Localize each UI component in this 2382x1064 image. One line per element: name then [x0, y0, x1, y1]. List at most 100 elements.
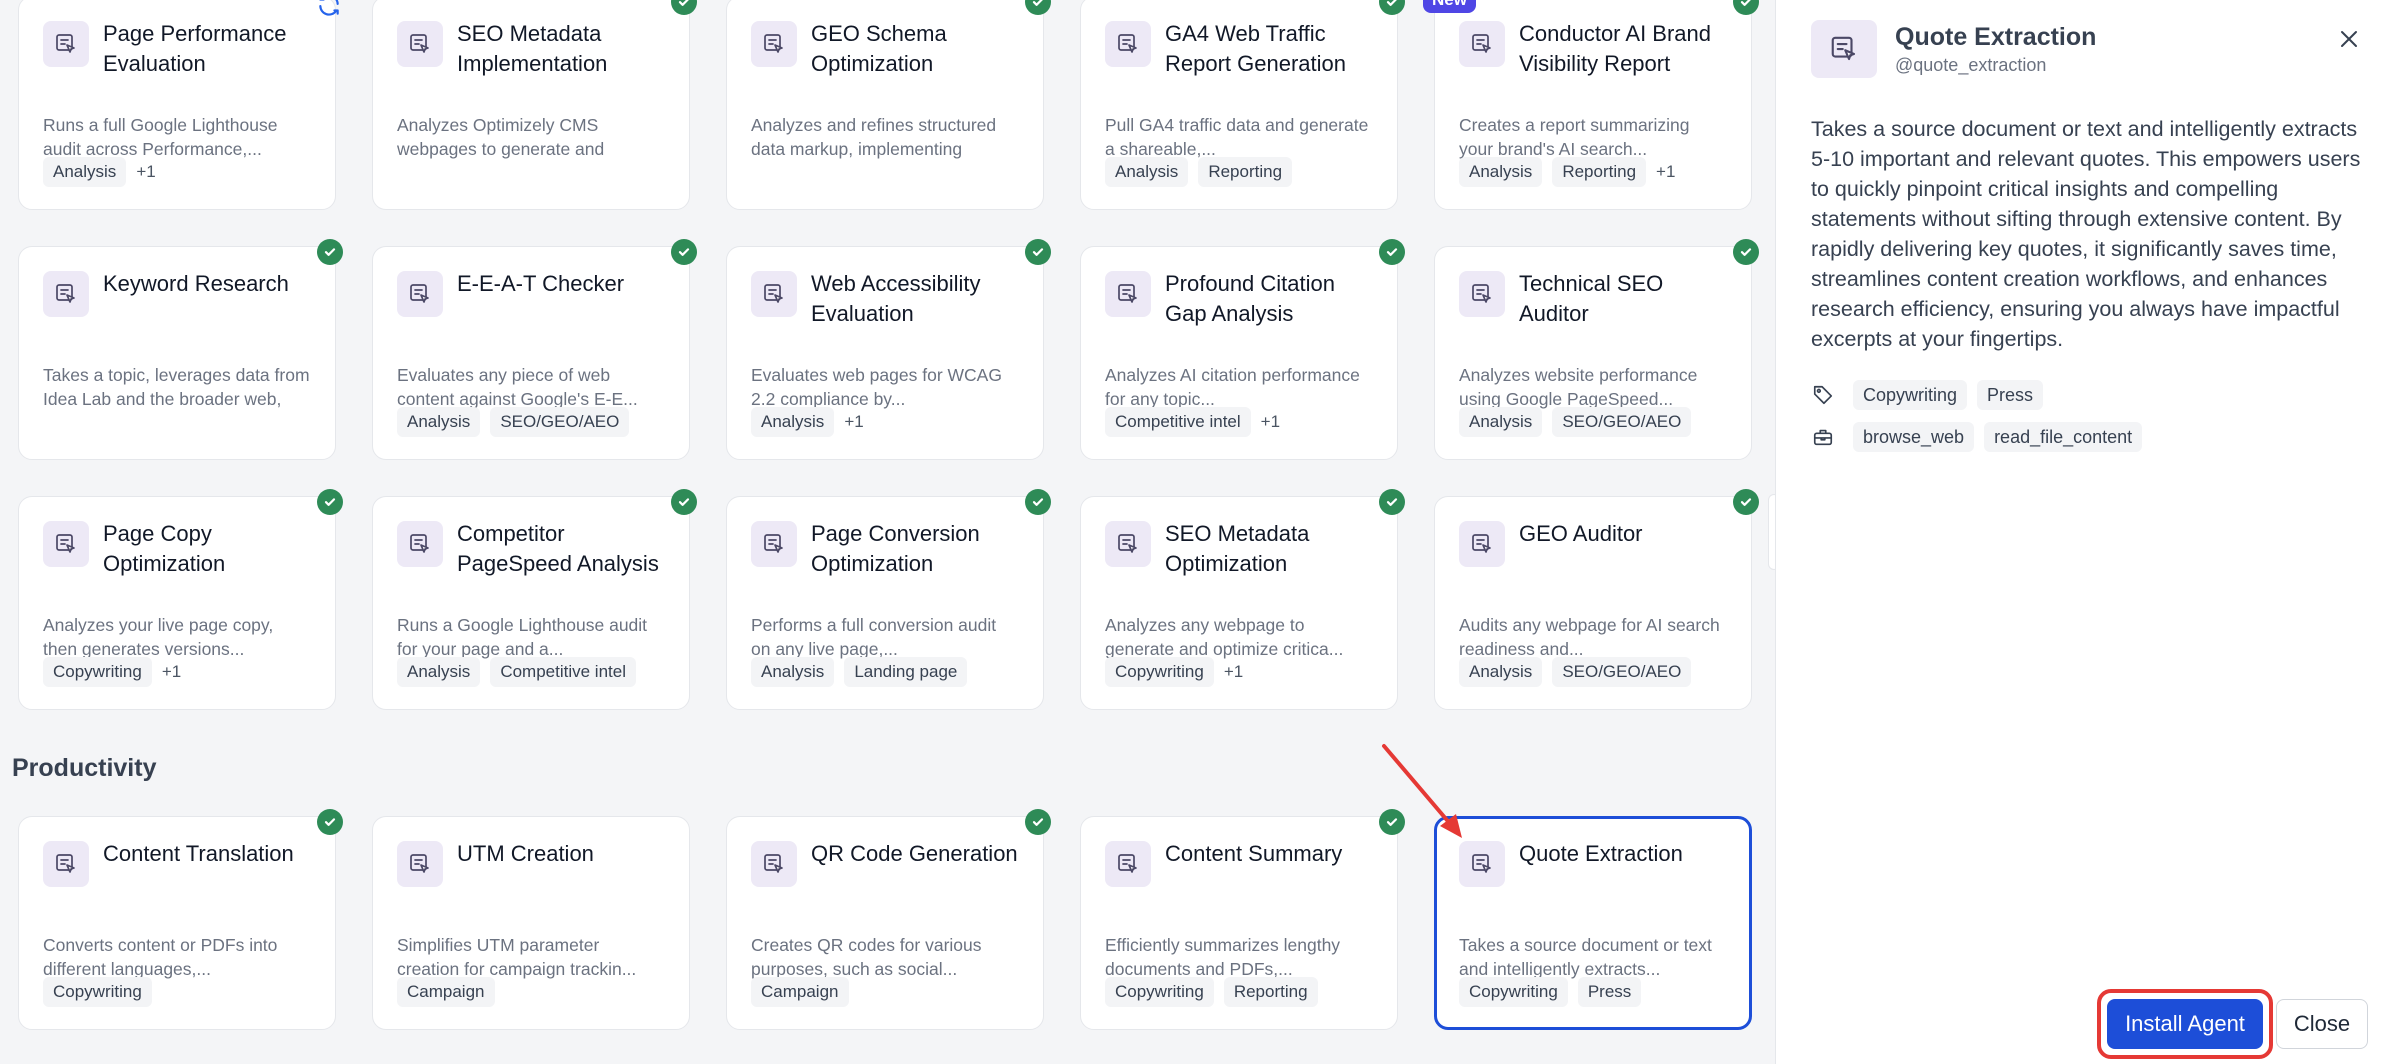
- card-title: Page Copy Optimization: [103, 521, 226, 576]
- installed-check-icon: [1025, 809, 1051, 835]
- agent-card[interactable]: Content Translation Converts content or P…: [18, 809, 343, 1030]
- card-header: Technical SEO Auditor: [1459, 269, 1727, 335]
- tag-chip: Landing page: [844, 657, 968, 687]
- install-agent-button[interactable]: Install Agent: [2107, 999, 2263, 1049]
- section-heading-productivity: Productivity: [12, 754, 157, 782]
- card-title: QR Code Generation: [811, 841, 1018, 866]
- agent-card[interactable]: Competitor PageSpeed Analysis Runs a Goog…: [372, 489, 697, 710]
- card-description: Audits any webpage for AI search readine…: [1459, 615, 1720, 659]
- card-tags: Campaign: [397, 977, 495, 1007]
- agent-card[interactable]: GEO Schema Optimization Analyzes and refi…: [726, 0, 1051, 210]
- close-icon[interactable]: [2334, 24, 2364, 54]
- card-header: Profound Citation Gap Analysis: [1105, 269, 1373, 335]
- agent-icon: [397, 521, 443, 567]
- card-description: Runs a Google Lighthouse audit for your …: [397, 615, 648, 659]
- card-title: UTM Creation: [457, 841, 594, 866]
- agent-card[interactable]: UTM Creation Simplifies UTM parameter cre…: [372, 816, 690, 1030]
- card-title: GA4 Web Traffic Report Generation: [1165, 21, 1346, 76]
- card-header: SEO Metadata Optimization: [1105, 519, 1373, 585]
- card-tags: Analysis Landing page: [751, 657, 968, 687]
- tag-chip: Reporting: [1223, 977, 1318, 1007]
- agent-icon: [1811, 20, 1877, 78]
- installed-check-icon: [1733, 0, 1759, 15]
- agent-card[interactable]: Content Summary Efficiently summarizes le…: [1080, 809, 1405, 1030]
- installed-check-icon: [1025, 489, 1051, 515]
- installed-check-icon: [317, 489, 343, 515]
- agent-card[interactable]: Technical SEO Auditor Analyzes website pe…: [1434, 239, 1759, 460]
- agent-icon: [1105, 841, 1151, 887]
- tag-chip: SEO/GEO/AEO: [1552, 407, 1692, 437]
- agent-card[interactable]: Page Performance Evaluation Runs a full G…: [18, 0, 339, 210]
- toolbox-icon: [1811, 425, 1835, 449]
- install-highlight: Install Agent: [2097, 989, 2273, 1059]
- card-tags: Analysis +1: [43, 157, 156, 187]
- card-description: Analyzes any webpage to generate and opt…: [1105, 615, 1344, 659]
- agent-card[interactable]: Profound Citation Gap Analysis Analyzes A…: [1080, 239, 1405, 460]
- agent-icon: [751, 521, 797, 567]
- refresh-icon[interactable]: [315, 0, 343, 19]
- card-header: Keyword Research: [43, 269, 311, 335]
- tag-chip: Campaign: [397, 977, 495, 1007]
- agent-card[interactable]: Conductor AI Brand Visibility Report Crea…: [1423, 0, 1759, 210]
- agent-description: Takes a source document or text and inte…: [1811, 117, 2361, 351]
- tag-chip: Analysis: [1459, 157, 1543, 187]
- card-title: Quote Extraction: [1519, 841, 1683, 866]
- card-tags: Copywriting: [43, 977, 152, 1007]
- agent-tags: Copywriting Press: [1811, 380, 2044, 410]
- new-badge: New: [1423, 0, 1476, 13]
- agent-card[interactable]: GA4 Web Traffic Report Generation Pull GA…: [1080, 0, 1405, 210]
- agent-card[interactable]: Page Conversion Optimization Performs a f…: [726, 489, 1051, 710]
- card-tags: Copywriting Press: [1459, 977, 1642, 1007]
- tag-icon: [1811, 383, 1835, 407]
- more-tags-count: +1: [1223, 662, 1244, 681]
- agent-card[interactable]: Web Accessibility Evaluation Evaluates we…: [726, 239, 1051, 460]
- agent-card[interactable]: Page Copy Optimization Analyzes your live…: [18, 489, 343, 710]
- panel-header: Quote Extraction @quote_extraction: [1811, 20, 2096, 78]
- card-tags: Competitive intel +1: [1105, 407, 1280, 437]
- tag-chip: Copywriting: [43, 977, 152, 1007]
- card-description: Takes a topic, leverages data from Idea …: [43, 365, 310, 409]
- agent-card[interactable]: E-E-A-T Checker Evaluates any piece of we…: [372, 239, 697, 460]
- agent-icon: [397, 271, 443, 317]
- agent-grid: Page Performance Evaluation Runs a full G…: [18, 0, 1759, 710]
- card-header: E-E-A-T Checker: [397, 269, 665, 335]
- card-header: Conductor AI Brand Visibility Report: [1459, 19, 1727, 85]
- agent-icon: [1105, 271, 1151, 317]
- installed-check-icon: [1025, 239, 1051, 265]
- tag-chip: Copywriting: [1853, 380, 1968, 410]
- agent-handle: @quote_extraction: [1895, 55, 2047, 75]
- agent-icon: [1105, 521, 1151, 567]
- agent-icon: [43, 521, 89, 567]
- agent-card[interactable]: GEO Auditor Audits any webpage for AI sea…: [1434, 489, 1759, 710]
- agent-card[interactable]: Keyword Research Takes a topic, leverages…: [18, 239, 343, 460]
- agent-icon: [1105, 21, 1151, 67]
- tag-chip: Copywriting: [1459, 977, 1568, 1007]
- agent-card[interactable]: SEO Metadata Optimization Analyzes any we…: [1080, 489, 1405, 710]
- tag-chip: Analysis: [1459, 657, 1543, 687]
- tag-chip: Analysis: [43, 157, 127, 187]
- card-header: Competitor PageSpeed Analysis: [397, 519, 665, 585]
- tag-chip: Copywriting: [1105, 657, 1214, 687]
- card-tags: Analysis +1: [751, 407, 864, 437]
- close-button[interactable]: Close: [2276, 999, 2368, 1049]
- more-tags-count: +1: [1656, 162, 1676, 181]
- agent-card[interactable]: QR Code Generation Creates QR codes for v…: [726, 809, 1051, 1030]
- card-description: Efficiently summarizes lengthy documents…: [1105, 935, 1341, 979]
- tool-chip: read_file_content: [1984, 422, 2143, 452]
- installed-check-icon: [1025, 0, 1051, 15]
- card-title: Keyword Research: [103, 271, 289, 296]
- card-title: GEO Schema Optimization: [811, 21, 947, 76]
- card-tags: Analysis SEO/GEO/AEO: [397, 407, 630, 437]
- card-tags: Analysis SEO/GEO/AEO: [1459, 407, 1692, 437]
- card-tags: Analysis SEO/GEO/AEO: [1459, 657, 1692, 687]
- agent-card[interactable]: SEO Metadata Implementation Analyzes Opti…: [372, 0, 697, 210]
- tag-chip: SEO/GEO/AEO: [1552, 657, 1692, 687]
- card-header: Content Translation: [43, 839, 311, 905]
- tag-chip: Reporting: [1198, 157, 1293, 187]
- agent-icon: [1459, 521, 1505, 567]
- installed-check-icon: [1379, 239, 1405, 265]
- card-title: GEO Auditor: [1519, 521, 1643, 546]
- agent-detail-panel: Quote Extraction @quote_extraction Takes…: [1775, 0, 2382, 1064]
- card-title: Competitor PageSpeed Analysis: [457, 521, 659, 576]
- agent-card[interactable]: Quote Extraction Takes a source document …: [1434, 816, 1752, 1030]
